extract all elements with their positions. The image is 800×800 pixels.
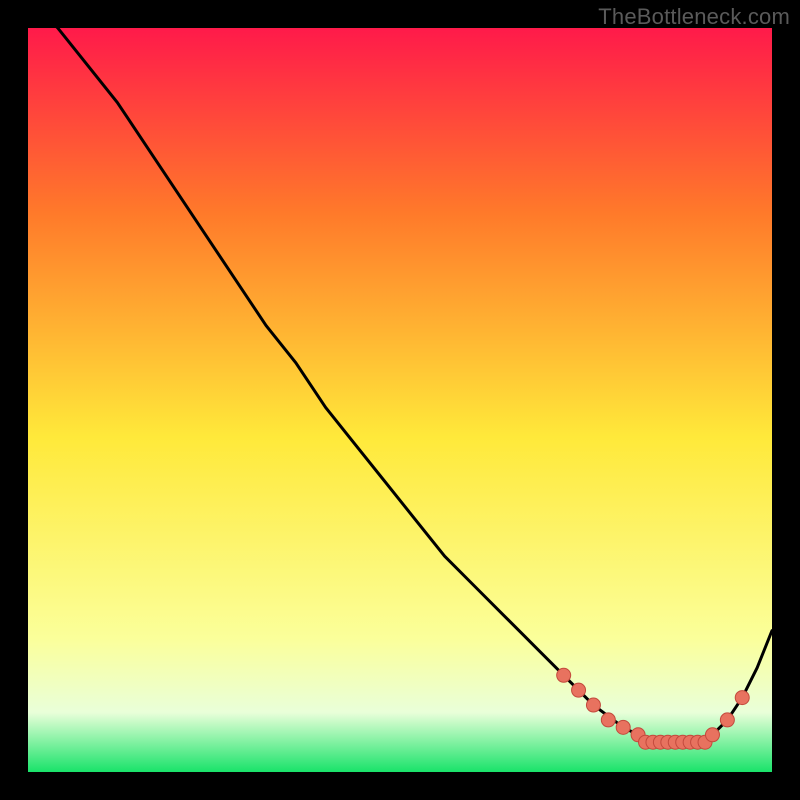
chart-svg xyxy=(28,28,772,772)
optimal-point-marker xyxy=(601,713,615,727)
chart-stage: TheBottleneck.com xyxy=(0,0,800,800)
gradient-bg xyxy=(28,28,772,772)
optimal-point-marker xyxy=(616,720,630,734)
optimal-point-marker xyxy=(705,728,719,742)
optimal-point-marker xyxy=(557,668,571,682)
plot-area xyxy=(28,28,772,772)
watermark-text: TheBottleneck.com xyxy=(598,4,790,30)
optimal-point-marker xyxy=(720,713,734,727)
optimal-point-marker xyxy=(572,683,586,697)
optimal-point-marker xyxy=(586,698,600,712)
optimal-point-marker xyxy=(735,691,749,705)
